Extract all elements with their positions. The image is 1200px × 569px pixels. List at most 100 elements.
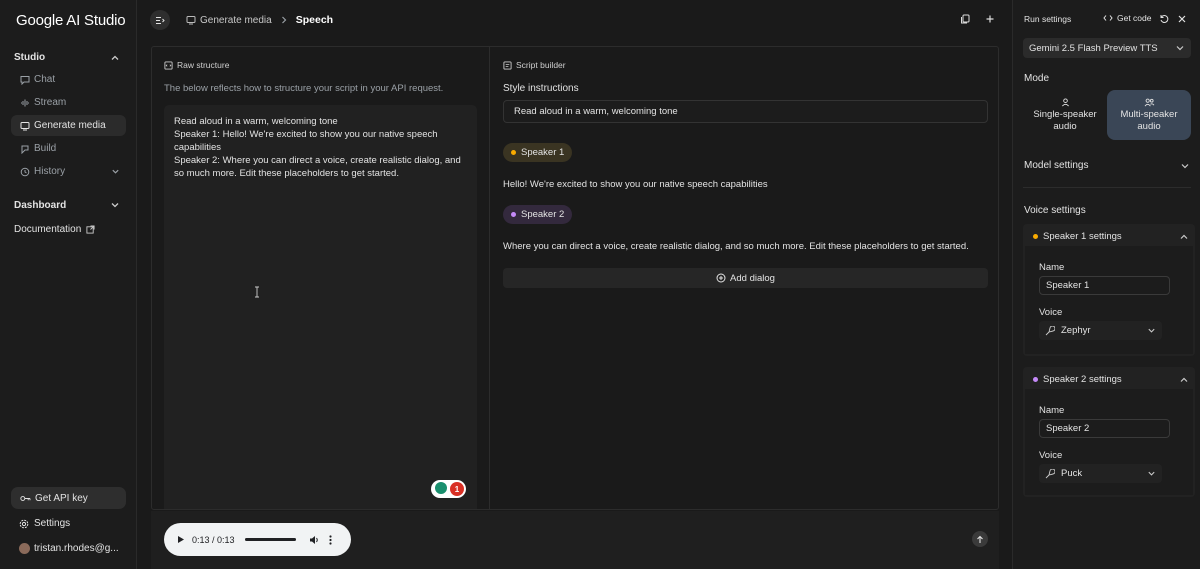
- raw-line: Speaker 2: Where you can direct a voice,…: [174, 155, 464, 179]
- speaker-2-name-input[interactable]: Speaker 2: [1039, 419, 1170, 438]
- menu-collapse-icon: [155, 16, 165, 25]
- speaker-1-dialog[interactable]: Hello! We're excited to show you our nat…: [503, 179, 768, 190]
- model-settings-row[interactable]: Model settings: [1024, 160, 1190, 171]
- build-icon: [19, 143, 30, 154]
- chevron-up-icon: [1179, 375, 1189, 385]
- group-icon: [1144, 98, 1155, 107]
- sidebar-section-studio[interactable]: Studio: [14, 52, 45, 63]
- voice-settings-heading: Voice settings: [1024, 205, 1190, 216]
- speaker-2-settings-card: Speaker 2 settings Name Speaker 2 Voice …: [1023, 367, 1195, 497]
- sidebar-item-label: Chat: [34, 74, 56, 85]
- chevron-down-icon[interactable]: [111, 167, 120, 176]
- model-select[interactable]: Gemini 2.5 Flash Preview TTS: [1023, 38, 1191, 58]
- code-box-icon: [164, 60, 173, 70]
- sidebar-item-generate-media[interactable]: Generate media: [11, 115, 126, 136]
- raw-structure-description: The below reflects how to structure your…: [164, 83, 444, 94]
- close-icon[interactable]: [1177, 14, 1187, 24]
- raw-structure-header: Raw structure: [164, 60, 229, 70]
- sidebar-item-build[interactable]: Build: [11, 138, 126, 159]
- account-button[interactable]: tristan.rhodes@g...: [19, 543, 119, 554]
- gear-icon: [19, 519, 29, 529]
- chevron-down-icon: [1175, 43, 1185, 53]
- breadcrumb-parent[interactable]: Generate media: [200, 15, 272, 26]
- speaker-2-dialog[interactable]: Where you can direct a voice, create rea…: [503, 241, 969, 252]
- sidebar-section-dashboard[interactable]: Dashboard: [14, 200, 66, 211]
- notification-count: 1: [450, 482, 464, 496]
- speaker-2-voice-select[interactable]: Puck: [1039, 464, 1162, 483]
- chevron-down-icon[interactable]: [110, 200, 120, 210]
- arrow-up-icon: [976, 535, 984, 544]
- voice-icon: [1045, 325, 1055, 336]
- mode-label: Mode: [1024, 73, 1050, 84]
- code-icon: [1103, 14, 1113, 22]
- new-button[interactable]: [980, 9, 1000, 29]
- grammar-icon: [435, 482, 447, 494]
- settings-button[interactable]: Settings: [19, 518, 70, 529]
- get-api-key-button[interactable]: Get API key: [11, 487, 126, 509]
- chevron-right-icon: [281, 16, 287, 24]
- grammar-extension-badge[interactable]: 1: [431, 480, 466, 498]
- chevron-down-icon: [1147, 469, 1156, 478]
- reset-icon[interactable]: [1159, 14, 1169, 24]
- single-speaker-mode-button[interactable]: Single-speaker audio: [1023, 90, 1107, 140]
- plus-icon: [985, 14, 995, 24]
- voice-icon: [1045, 468, 1055, 479]
- chevron-down-icon: [1180, 161, 1190, 171]
- volume-icon[interactable]: [309, 535, 320, 545]
- account-label: tristan.rhodes@g...: [34, 543, 119, 554]
- player-bar: 0:13 / 0:13: [151, 511, 999, 569]
- run-button[interactable]: [972, 531, 988, 547]
- speaker-1-settings-header[interactable]: Speaker 1 settings: [1033, 231, 1189, 242]
- run-settings-panel: Run settings Get code Gemini 2.5 Flash P…: [1012, 0, 1200, 569]
- documentation-label: Documentation: [14, 224, 82, 235]
- text-cursor-icon: [254, 286, 260, 298]
- speaker-1-voice-select[interactable]: Zephyr: [1039, 321, 1162, 340]
- sidebar: Google AI Studio Studio Chat Stream Gene…: [0, 0, 137, 569]
- sidebar-item-chat[interactable]: Chat: [11, 69, 126, 90]
- chevron-down-icon: [1147, 326, 1156, 335]
- play-icon[interactable]: [177, 535, 185, 544]
- sidebar-documentation-link[interactable]: Documentation: [14, 224, 95, 235]
- speaker-2-voice-value: Puck: [1061, 468, 1083, 479]
- raw-structure-textarea[interactable]: Read aloud in a warm, welcoming tone Spe…: [164, 105, 477, 509]
- chevron-up-icon[interactable]: [110, 53, 120, 63]
- speaker-2-chip[interactable]: Speaker 2: [503, 205, 573, 224]
- audio-player: 0:13 / 0:13: [164, 523, 351, 556]
- more-vert-icon[interactable]: [328, 534, 332, 545]
- speaker-2-settings-title: Speaker 2 settings: [1043, 374, 1122, 385]
- media-icon: [19, 120, 30, 131]
- run-settings-title: Run settings: [1024, 14, 1072, 24]
- sidebar-item-stream[interactable]: Stream: [11, 92, 126, 113]
- multi-speaker-mode-button[interactable]: Multi-speaker audio: [1107, 90, 1191, 140]
- sidebar-item-history[interactable]: History: [11, 161, 126, 182]
- external-link-icon: [86, 225, 95, 234]
- script-builder-header: Script builder: [503, 60, 566, 70]
- stream-icon: [19, 97, 30, 108]
- speaker-2-settings-dot: [1033, 377, 1038, 382]
- toggle-sidebar-button[interactable]: [150, 10, 170, 30]
- app-logo[interactable]: Google AI Studio: [16, 12, 126, 29]
- get-code-button[interactable]: Get code: [1103, 13, 1152, 23]
- model-settings-label: Model settings: [1024, 160, 1089, 171]
- model-select-value: Gemini 2.5 Flash Preview TTS: [1029, 42, 1158, 54]
- style-instructions-input[interactable]: Read aloud in a warm, welcoming tone: [503, 100, 988, 123]
- speaker-1-voice-value: Zephyr: [1061, 325, 1091, 336]
- divider: [1023, 187, 1191, 188]
- get-code-label: Get code: [1117, 13, 1152, 23]
- speaker-1-chip[interactable]: Speaker 1: [503, 143, 573, 162]
- key-icon: [20, 494, 31, 503]
- audio-progress-fill: [244, 538, 296, 541]
- speaker-1-name-input[interactable]: Speaker 1: [1039, 276, 1170, 295]
- raw-line: Speaker 1: Hello! We're excited to show …: [174, 129, 441, 153]
- settings-label: Settings: [34, 518, 71, 529]
- audio-progress-track[interactable]: [244, 538, 296, 541]
- api-key-label: Get API key: [35, 492, 88, 504]
- history-icon: [19, 166, 30, 177]
- add-dialog-button[interactable]: Add dialog: [503, 268, 988, 288]
- script-builder-panel: Script builder Style instructions Read a…: [491, 47, 998, 509]
- speaker-2-dot: [511, 212, 516, 217]
- copy-button[interactable]: [955, 9, 975, 29]
- audio-time: 0:13 / 0:13: [192, 534, 235, 545]
- speaker-2-settings-header[interactable]: Speaker 2 settings: [1033, 374, 1189, 385]
- person-icon: [1061, 97, 1070, 107]
